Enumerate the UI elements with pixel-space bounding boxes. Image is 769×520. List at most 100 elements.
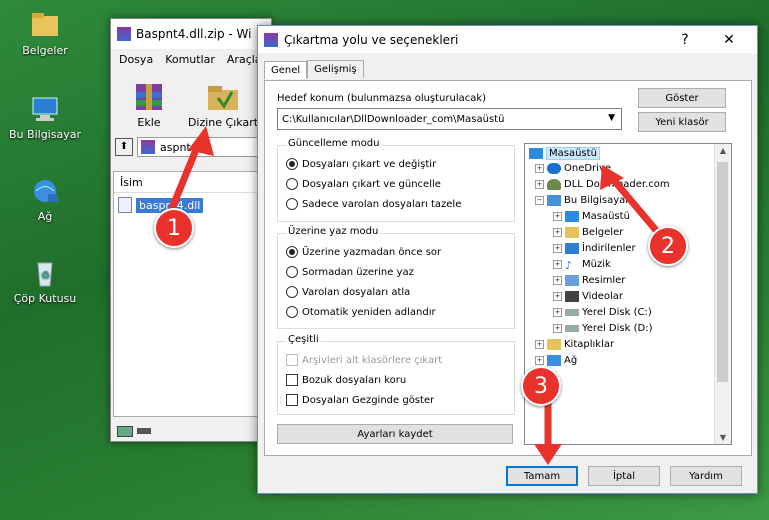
winrar-menubar: Dosya Komutlar Araçla (111, 49, 271, 69)
scroll-up-icon[interactable]: ▲ (715, 146, 731, 155)
tree-scrollbar[interactable]: ▲ ▼ (714, 144, 731, 444)
checkbox-keep-broken[interactable]: Bozuk dosyaları koru (286, 374, 406, 386)
scroll-thumb[interactable] (717, 162, 728, 382)
menu-dosya[interactable]: Dosya (119, 53, 153, 66)
tab-general[interactable]: Genel (264, 61, 308, 79)
tree-item-label: Yerel Disk (C:) (582, 307, 652, 318)
column-header-name[interactable]: İsim (114, 172, 270, 193)
tree-item-downloads[interactable]: + İndirilenler (553, 243, 636, 254)
desktop-icon-label: Bu Bilgisayar (9, 128, 81, 141)
cancel-button[interactable]: İptal (588, 466, 660, 486)
tree-item-onedrive[interactable]: + OneDrive (535, 163, 611, 174)
misc-title: Çeşitli (286, 334, 321, 345)
tree-item-this-pc[interactable]: − Bu Bilgisayar (535, 195, 629, 206)
desktop-icon-network[interactable]: Ağ (3, 176, 87, 223)
winrar-addressbar: ⬆ aspnt4.dl (115, 135, 267, 159)
dialog-titlebar[interactable]: Çıkartma yolu ve seçenekleri ? ✕ (258, 26, 757, 53)
option-label: Üzerine yazmadan önce sor (302, 246, 442, 258)
tree-item-label: OneDrive (564, 163, 612, 174)
tree-item-videos[interactable]: + Videolar (553, 291, 623, 302)
expand-icon[interactable]: + (553, 260, 562, 269)
expand-icon[interactable]: + (553, 324, 562, 333)
desktop-folder-icon (529, 148, 543, 159)
tree-item-libraries[interactable]: + Kitaplıklar (535, 339, 614, 350)
expand-icon[interactable]: + (553, 212, 562, 221)
new-folder-button[interactable]: Yeni klasör (638, 112, 726, 132)
expand-icon[interactable]: + (553, 244, 562, 253)
collapse-icon[interactable]: − (535, 196, 544, 205)
expand-icon[interactable]: + (553, 292, 562, 301)
save-settings-button[interactable]: Ayarları kaydet (277, 424, 513, 444)
checkbox-icon (286, 394, 298, 406)
radio-ask-before[interactable]: Üzerine yazmadan önce sor (286, 246, 441, 258)
radio-refresh-existing[interactable]: Sadece varolan dosyaları tazele (286, 198, 461, 210)
extract-to-button[interactable]: Dizine Çıkart (187, 80, 259, 129)
tree-item-label: DLL Downloader.com (564, 179, 670, 190)
file-row[interactable]: baspnt4.dll (118, 197, 266, 213)
checkbox-show-in-explorer[interactable]: Dosyaları Gezginde göster (286, 394, 434, 406)
radio-extract-replace[interactable]: Dosyaları çıkart ve değiştir (286, 158, 436, 170)
tree-item-disk-d[interactable]: + Yerel Disk (D:) (553, 323, 652, 334)
checkbox-extract-subfolders[interactable]: Arşivleri alt klasörlere çıkart (286, 354, 442, 366)
radio-auto-rename[interactable]: Otomatik yeniden adlandır (286, 306, 436, 318)
expand-icon[interactable]: + (535, 164, 544, 173)
desktop-icon-recycle-bin[interactable]: ♻ Çöp Kutusu (3, 258, 87, 305)
tree-item-network[interactable]: + Ağ (535, 355, 577, 366)
tree-item-label: Belgeler (582, 227, 624, 238)
overwrite-mode-group: Üzerine yaz modu Üzerine yazmadan önce s… (277, 226, 515, 329)
checkbox-icon (286, 374, 298, 386)
dialog-app-icon (264, 32, 278, 47)
radio-icon (286, 246, 298, 258)
computer-icon (28, 94, 62, 124)
desktop-icon-documents[interactable]: Belgeler (3, 10, 87, 57)
winrar-titlebar[interactable]: Baspnt4.dll.zip - Wi (111, 19, 271, 49)
tree-item-music[interactable]: + ♪ Müzik (553, 259, 611, 272)
tree-item-documents[interactable]: + Belgeler (553, 227, 623, 238)
expand-icon[interactable]: + (535, 340, 544, 349)
download-icon (565, 243, 579, 254)
dest-path-combo[interactable]: C:\Kullanıcılar\DllDownloader_com\Masaüs… (277, 108, 622, 130)
tree-item-disk-c[interactable]: + Yerel Disk (C:) (553, 307, 652, 318)
winrar-path[interactable]: aspnt4.dl (137, 137, 267, 157)
misc-group: Çeşitli Arşivleri alt klasörlere çıkart … (277, 334, 515, 415)
radio-overwrite-without-prompt[interactable]: Sormadan üzerine yaz (286, 266, 414, 278)
tree-item-label: İndirilenler (582, 243, 636, 254)
expand-icon[interactable]: + (553, 308, 562, 317)
help-title-button[interactable]: ? (663, 26, 707, 53)
up-folder-icon[interactable]: ⬆ (115, 138, 133, 156)
computer-icon (547, 195, 561, 206)
option-label: Sormadan üzerine yaz (302, 266, 414, 278)
tree-item-pictures[interactable]: + Resimler (553, 275, 625, 286)
desktop-folder-icon (565, 211, 579, 222)
pictures-icon (565, 275, 579, 286)
checkbox-icon (286, 354, 298, 366)
documents-icon (565, 227, 579, 238)
expand-icon[interactable]: + (535, 356, 544, 365)
drive-icon (565, 309, 579, 316)
tree-item-desktop[interactable]: Masaüstü (529, 147, 600, 160)
update-mode-title: Güncelleme modu (286, 138, 382, 149)
help-button[interactable]: Yardım (670, 466, 742, 486)
expand-icon[interactable]: + (553, 228, 562, 237)
tree-item-desktop-sub[interactable]: + Masaüstü (553, 211, 630, 222)
menu-komutlar[interactable]: Komutlar (165, 53, 215, 66)
tree-item-label: Masaüstü (546, 147, 600, 160)
chevron-down-icon[interactable]: ▼ (608, 113, 615, 123)
tab-advanced[interactable]: Gelişmiş (307, 60, 364, 78)
close-button[interactable]: ✕ (707, 26, 751, 53)
ok-button[interactable]: Tamam (506, 466, 578, 486)
tree-item-user[interactable]: + DLL Downloader.com (535, 179, 670, 190)
desktop-icon-this-pc[interactable]: Bu Bilgisayar (3, 94, 87, 141)
desktop-icon-label: Belgeler (22, 44, 68, 57)
radio-skip-existing[interactable]: Varolan dosyaları atla (286, 286, 410, 298)
option-label: Otomatik yeniden adlandır (302, 306, 436, 318)
expand-icon[interactable]: + (553, 276, 562, 285)
expand-icon[interactable]: + (535, 180, 544, 189)
add-button[interactable]: Ekle (121, 80, 177, 129)
option-label: Dosyaları Gezginde göster (302, 394, 435, 406)
scroll-down-icon[interactable]: ▼ (715, 433, 731, 442)
tree-item-label: Ağ (564, 355, 578, 366)
show-button[interactable]: Göster (638, 88, 726, 108)
radio-extract-update[interactable]: Dosyaları çıkart ve güncelle (286, 178, 441, 190)
drive-status-icon (117, 425, 133, 437)
